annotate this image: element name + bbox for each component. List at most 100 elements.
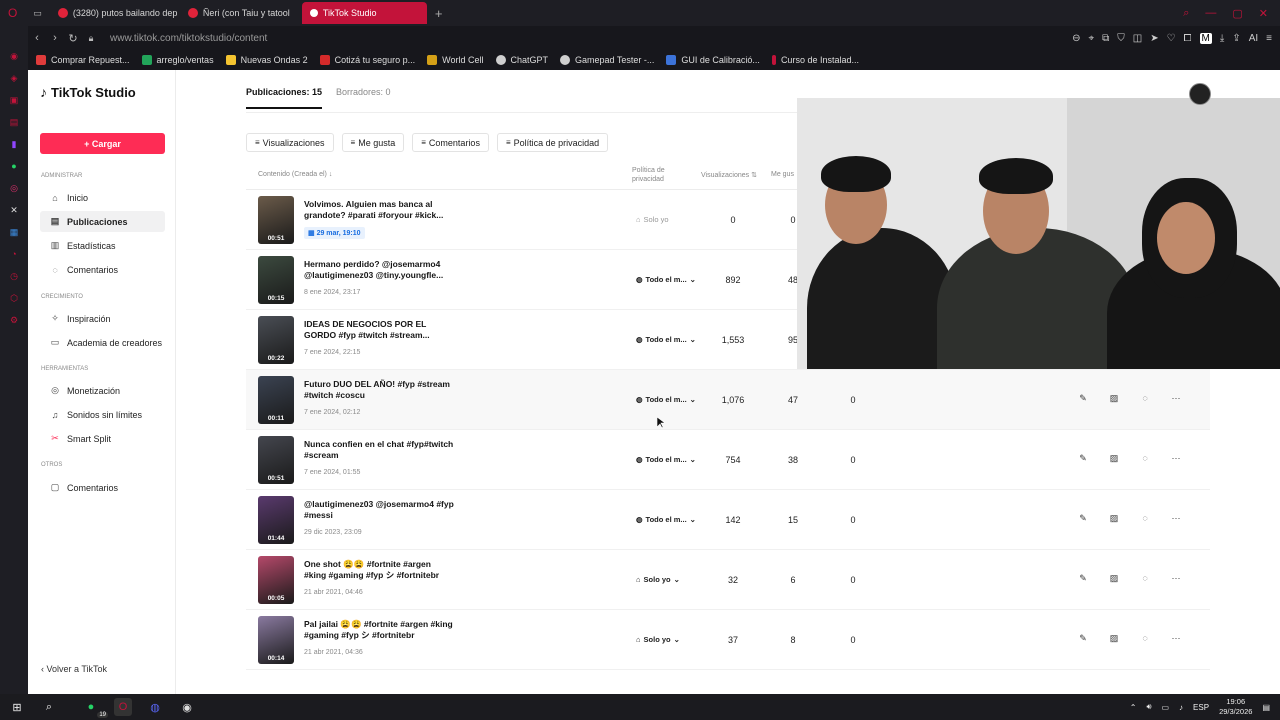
post-title[interactable]: One shot 😩😩 #fortnite #argen #king #gami… bbox=[304, 559, 454, 581]
sidebar-item-comentarios-2[interactable]: ▢ Comentarios bbox=[40, 477, 165, 498]
zoom-icon[interactable]: ⊖ bbox=[1072, 33, 1080, 44]
clock[interactable]: 19:06 29/3/2026 bbox=[1219, 697, 1252, 717]
video-thumbnail[interactable]: 00:05 bbox=[258, 556, 294, 604]
video-thumbnail[interactable]: 00:51 bbox=[258, 196, 294, 244]
back-to-tiktok-link[interactable]: ‹ Volver a TikTok bbox=[41, 664, 107, 674]
post-title[interactable]: Pal jailai 😩😩 #fortnite #argen #king #ga… bbox=[304, 619, 454, 641]
sidebar-item-inicio[interactable]: ⌂ Inicio bbox=[40, 187, 165, 208]
comment-icon[interactable]: ◌ bbox=[1139, 573, 1151, 584]
sidebar-item-publicaciones[interactable]: ▤ Publicaciones bbox=[40, 211, 165, 232]
search-icon[interactable]: ⌕ bbox=[40, 698, 58, 716]
share-icon[interactable]: ⇪ bbox=[1232, 33, 1240, 44]
notification-icon[interactable]: ▤ bbox=[1262, 703, 1270, 712]
video-thumbnail[interactable]: 00:51 bbox=[258, 436, 294, 484]
edit-icon[interactable]: ✎ bbox=[1077, 633, 1089, 644]
more-icon[interactable]: ··· bbox=[1170, 393, 1182, 404]
new-tab-button[interactable]: + bbox=[427, 6, 451, 21]
bookmark-item[interactable]: Comprar Repuest... bbox=[36, 55, 130, 65]
bookmark-item[interactable]: arreglo/ventas bbox=[141, 55, 214, 65]
analytics-icon[interactable]: ▨ bbox=[1108, 633, 1120, 644]
extensions-icon[interactable]: ⬡ bbox=[8, 292, 20, 304]
table-row[interactable]: 01:44 @lautigimenez03 @josemarmo4 #fyp #m… bbox=[246, 490, 1210, 550]
speaker-icon[interactable]: ♪ bbox=[1179, 703, 1183, 712]
edit-icon[interactable]: ✎ bbox=[1077, 453, 1089, 464]
privacy-selector[interactable]: ◍ Todo el m... ⌄ bbox=[636, 515, 696, 524]
whatsapp-icon[interactable]: ● bbox=[8, 160, 20, 172]
reload-icon[interactable]: ↻ bbox=[64, 32, 82, 45]
privacy-selector[interactable]: ◍ Todo el m... ⌄ bbox=[636, 455, 696, 464]
post-title[interactable]: @lautigimenez03 @josemarmo4 #fyp #messi bbox=[304, 499, 454, 521]
tab-borradores[interactable]: Borradores: 0 bbox=[336, 87, 391, 109]
network-icon[interactable]: ▭ bbox=[1161, 703, 1169, 712]
comment-icon[interactable]: ◌ bbox=[1139, 393, 1151, 404]
edit-icon[interactable]: ✎ bbox=[1077, 513, 1089, 524]
sidebar-item-inspiracion[interactable]: ✧ Inspiración bbox=[40, 308, 165, 329]
puzzle-icon[interactable]: ⧠ bbox=[1184, 33, 1192, 44]
studio-logo[interactable]: ♪ TikTok Studio bbox=[40, 84, 136, 100]
video-thumbnail[interactable]: 01:44 bbox=[258, 496, 294, 544]
post-title[interactable]: IDEAS DE NEGOCIOS POR EL GORDO #fyp #twi… bbox=[304, 319, 454, 341]
url-field[interactable]: www.tiktok.com/tiktokstudio/content bbox=[110, 33, 267, 44]
profile-avatar[interactable]: M bbox=[1199, 32, 1212, 44]
twitch-icon[interactable]: ▮ bbox=[8, 138, 20, 150]
camera-icon[interactable]: ◫ bbox=[1133, 33, 1142, 44]
minimize-icon[interactable]: — bbox=[1205, 7, 1216, 20]
maximize-icon[interactable]: ▢ bbox=[1232, 7, 1242, 20]
sidebar-item-comentarios[interactable]: ◌ Comentarios bbox=[40, 259, 165, 280]
analytics-icon[interactable]: ▨ bbox=[1108, 453, 1120, 464]
analytics-icon[interactable]: ▨ bbox=[1108, 513, 1120, 524]
close-icon[interactable]: ✕ bbox=[1259, 7, 1268, 20]
bookmark-item[interactable]: Cotizá tu seguro p... bbox=[319, 55, 415, 65]
filter-views[interactable]: ≡ Visualizaciones bbox=[246, 133, 334, 152]
post-title[interactable]: Nunca confien en el chat #fyp#twitch #sc… bbox=[304, 439, 454, 461]
more-icon[interactable]: ··· bbox=[1170, 453, 1182, 464]
settings-icon[interactable]: ⚙ bbox=[8, 314, 20, 326]
privacy-selector[interactable]: ⌂ Solo yo ⌄ bbox=[636, 635, 680, 644]
comment-icon[interactable]: ◌ bbox=[1139, 513, 1151, 524]
sidebar-item-sonidos[interactable]: ♫ Sonidos sin límites bbox=[40, 404, 165, 425]
windows-start-icon[interactable]: ⊞ bbox=[8, 698, 26, 716]
language-indicator[interactable]: ESP bbox=[1193, 703, 1209, 712]
search-icon[interactable]: ⌕ bbox=[1183, 7, 1189, 20]
menu-icon[interactable]: ≡ bbox=[1266, 33, 1272, 44]
comment-icon[interactable]: ◌ bbox=[1139, 633, 1151, 644]
sidebar-item-estadisticas[interactable]: ▥ Estadísticas bbox=[40, 235, 165, 256]
video-thumbnail[interactable]: 00:11 bbox=[258, 376, 294, 424]
upload-button[interactable]: + Cargar bbox=[40, 133, 165, 154]
bookmark-icon[interactable]: ▦ bbox=[8, 226, 20, 238]
analytics-icon[interactable]: ▨ bbox=[1108, 573, 1120, 584]
header-content[interactable]: Contenido (Creada el) ↓ bbox=[258, 171, 332, 178]
browser-tab[interactable]: Ñeri (con Taiu y tatool bbox=[180, 2, 302, 24]
browser-tab[interactable]: (3280) putos bailando dep bbox=[50, 2, 180, 24]
tab-overview-icon[interactable]: ▭ bbox=[25, 2, 50, 24]
bookmark-item[interactable]: Gamepad Tester -... bbox=[560, 55, 654, 65]
sidebar-item-smart-split[interactable]: ✂ Smart Split bbox=[40, 428, 165, 449]
bookmark-item[interactable]: Curso de Instalad... bbox=[771, 55, 859, 65]
sidebar-item-monetizacion[interactable]: ◎ Monetización bbox=[40, 380, 165, 401]
volume-icon[interactable]: 🔊︎ bbox=[1146, 702, 1151, 712]
opera-taskbar-icon[interactable]: O bbox=[114, 698, 132, 716]
history-icon[interactable]: ◔ bbox=[8, 248, 20, 260]
heart-icon[interactable]: ♡ bbox=[1167, 33, 1176, 44]
video-thumbnail[interactable]: 00:15 bbox=[258, 256, 294, 304]
browser-tab-active[interactable]: TikTok Studio bbox=[301, 2, 427, 24]
instagram-icon[interactable]: ◎ bbox=[8, 182, 20, 194]
bookmark-item[interactable]: ChatGPT bbox=[495, 55, 548, 65]
download-icon[interactable]: ⤓ bbox=[1220, 33, 1224, 44]
forward-icon[interactable]: › bbox=[46, 32, 64, 44]
filter-comments[interactable]: ≡ Comentarios bbox=[412, 133, 489, 152]
privacy-selector[interactable]: ◍ Todo el m... ⌄ bbox=[636, 335, 696, 344]
bookmark-item[interactable]: GUI de Calibració... bbox=[666, 55, 760, 65]
table-row[interactable]: 00:05 One shot 😩😩 #fortnite #argen #king … bbox=[246, 550, 1210, 610]
post-title[interactable]: Futuro DUO DEL AÑO! #fyp #stream #twitch… bbox=[304, 379, 454, 401]
table-row[interactable]: 00:51 Nunca confien en el chat #fyp#twitc… bbox=[246, 430, 1210, 490]
privacy-selector[interactable]: ⌂ Solo yo ⌄ bbox=[636, 575, 680, 584]
privacy-selector[interactable]: ◍ Todo el m... ⌄ bbox=[636, 395, 696, 404]
video-thumbnail[interactable]: 00:14 bbox=[258, 616, 294, 664]
back-icon[interactable]: ‹ bbox=[28, 32, 46, 44]
bookmark-item[interactable]: World Cell bbox=[427, 55, 484, 65]
header-likes[interactable]: Me gus bbox=[771, 171, 794, 178]
clock-icon[interactable]: ◷ bbox=[8, 270, 20, 282]
post-title[interactable]: Hermano perdido? @josemarmo4 @lautigimen… bbox=[304, 259, 454, 281]
privacy-selector[interactable]: ◍ Todo el m... ⌄ bbox=[636, 275, 696, 284]
